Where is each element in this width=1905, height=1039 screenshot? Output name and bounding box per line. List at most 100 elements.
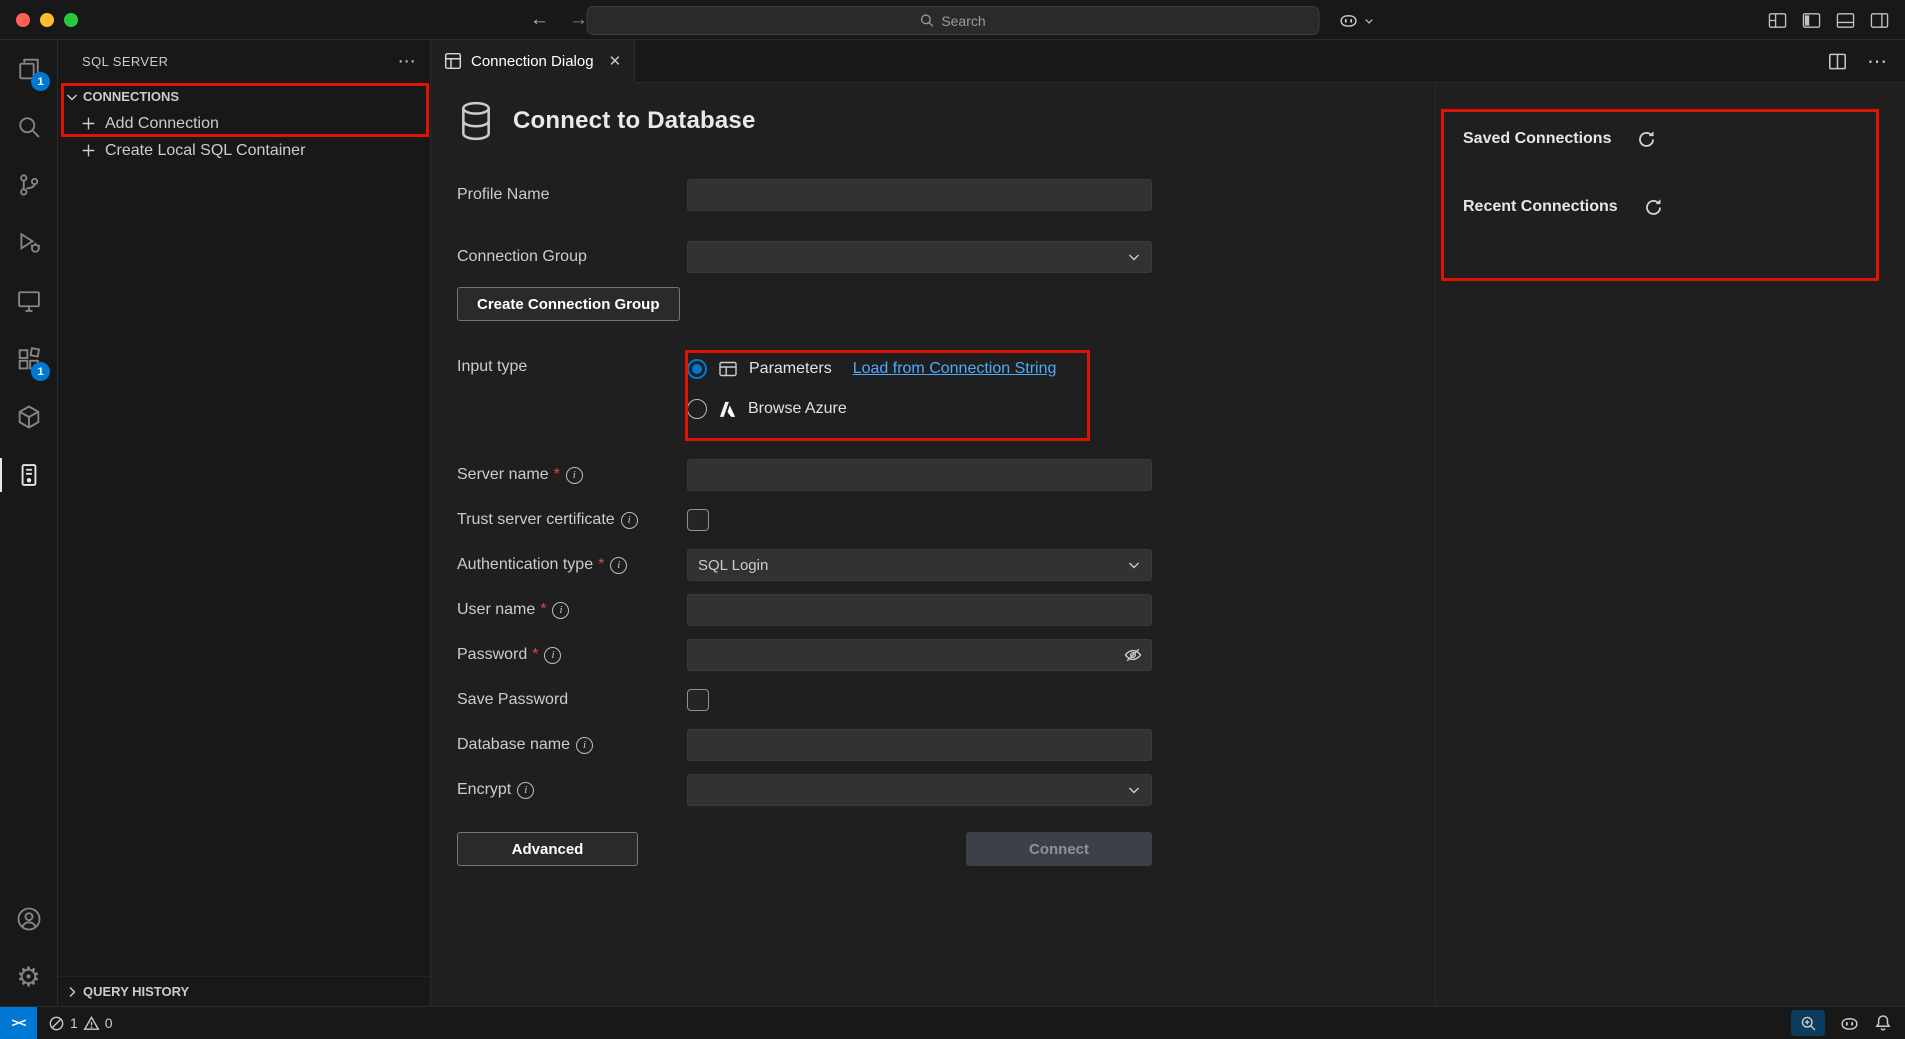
connection-dialog-webview: Connect to Database Profile Name Connect… bbox=[431, 83, 1905, 1006]
tab-connection-dialog[interactable]: Connection Dialog ✕ bbox=[431, 40, 635, 83]
activity-extensions[interactable]: 1 bbox=[0, 330, 57, 388]
azure-icon bbox=[718, 400, 737, 419]
toggle-secondary-sidebar-icon[interactable] bbox=[1870, 11, 1889, 30]
info-icon[interactable]: i bbox=[621, 512, 638, 529]
remote-icon: >< bbox=[12, 1016, 26, 1031]
tree-item-add-connection[interactable]: Add Connection bbox=[58, 110, 430, 137]
form-row: Password * i bbox=[457, 639, 1152, 671]
advanced-button[interactable]: Advanced bbox=[457, 832, 638, 866]
sidebar: SQL SERVER ⋯ CONNECTIONS Add Connection … bbox=[58, 40, 431, 1006]
section-query-history-label: QUERY HISTORY bbox=[83, 984, 189, 999]
form-row: Trust server certificate i bbox=[457, 504, 1152, 536]
remote-indicator[interactable]: >< bbox=[0, 1007, 37, 1039]
info-icon[interactable]: i bbox=[517, 782, 534, 799]
encrypt-select[interactable] bbox=[687, 774, 1152, 806]
save-password-label: Save Password bbox=[457, 691, 568, 709]
saved-connections-section: Saved Connections bbox=[1463, 125, 1905, 153]
chevron-down-icon bbox=[64, 89, 80, 105]
save-password-checkbox[interactable] bbox=[687, 689, 709, 711]
info-icon[interactable]: i bbox=[566, 467, 583, 484]
close-icon[interactable]: ✕ bbox=[609, 52, 622, 70]
connections-panel: Saved Connections Recent Connections bbox=[1436, 83, 1905, 1006]
activity-accounts[interactable] bbox=[0, 890, 57, 948]
connection-group-select[interactable] bbox=[687, 241, 1152, 273]
traffic-zoom-button[interactable] bbox=[64, 13, 78, 27]
problems-status[interactable]: 1 0 bbox=[48, 1015, 113, 1032]
chevron-down-icon bbox=[1363, 15, 1375, 27]
connect-button[interactable]: Connect bbox=[966, 832, 1152, 866]
error-count: 1 bbox=[70, 1015, 78, 1031]
chevron-right-icon bbox=[64, 984, 80, 1000]
required-asterisk: * bbox=[532, 646, 538, 664]
run-debug-icon bbox=[15, 229, 43, 257]
form-row: Connection Group bbox=[457, 241, 1152, 273]
refresh-icon[interactable] bbox=[1644, 198, 1663, 217]
more-actions-icon[interactable]: ⋯ bbox=[1867, 49, 1887, 74]
command-center-search[interactable]: Search bbox=[586, 6, 1319, 35]
activity-bar: 1 1 bbox=[0, 40, 58, 1006]
user-name-input[interactable] bbox=[687, 594, 1152, 626]
create-connection-group-button[interactable]: Create Connection Group bbox=[457, 287, 680, 321]
server-name-input[interactable] bbox=[687, 459, 1152, 491]
tree-item-create-local-sql-container[interactable]: Create Local SQL Container bbox=[58, 137, 430, 164]
traffic-close-button[interactable] bbox=[16, 13, 30, 27]
section-query-history[interactable]: QUERY HISTORY bbox=[58, 976, 430, 1006]
activity-source-control[interactable] bbox=[0, 156, 57, 214]
customize-layout-icon[interactable] bbox=[1768, 11, 1787, 30]
info-icon[interactable]: i bbox=[552, 602, 569, 619]
zoom-in-icon bbox=[1800, 1015, 1817, 1032]
titlebar: ← → Search bbox=[0, 0, 1905, 40]
refresh-icon[interactable] bbox=[1637, 130, 1656, 149]
more-actions-icon[interactable]: ⋯ bbox=[398, 51, 416, 72]
profile-name-input[interactable] bbox=[687, 179, 1152, 211]
remote-explorer-icon bbox=[15, 287, 43, 315]
activity-sql-server[interactable] bbox=[0, 446, 57, 504]
section-connections[interactable]: CONNECTIONS bbox=[58, 83, 430, 110]
browse-azure-radio-label: Browse Azure bbox=[748, 400, 847, 418]
profile-name-label: Profile Name bbox=[457, 186, 549, 204]
activity-run-debug[interactable] bbox=[0, 214, 57, 272]
connection-dialog-icon bbox=[444, 52, 462, 70]
sql-server-icon bbox=[15, 461, 43, 489]
window-controls bbox=[16, 13, 78, 27]
info-icon[interactable]: i bbox=[610, 557, 627, 574]
activity-containers[interactable] bbox=[0, 388, 57, 446]
trust-server-certificate-checkbox[interactable] bbox=[687, 509, 709, 531]
copilot-status-icon[interactable] bbox=[1839, 1013, 1860, 1034]
split-editor-icon[interactable] bbox=[1828, 52, 1847, 71]
password-input[interactable] bbox=[687, 639, 1152, 671]
activity-search[interactable] bbox=[0, 98, 57, 156]
form-row: Input type Parameters Load from Connecti… bbox=[457, 349, 1152, 429]
authentication-type-select[interactable]: SQL Login bbox=[687, 549, 1152, 581]
activity-settings[interactable]: ⚙ bbox=[0, 948, 57, 1006]
bell-icon[interactable] bbox=[1874, 1014, 1892, 1032]
browse-azure-radio[interactable] bbox=[687, 399, 707, 419]
warning-count: 0 bbox=[105, 1015, 113, 1031]
info-icon[interactable]: i bbox=[544, 647, 561, 664]
activity-remote-explorer[interactable] bbox=[0, 272, 57, 330]
status-bar: >< 1 0 bbox=[0, 1006, 1905, 1039]
zoom-status-button[interactable] bbox=[1791, 1010, 1825, 1036]
back-arrow-icon[interactable]: ← bbox=[530, 9, 549, 31]
editor-group: Connection Dialog ✕ ⋯ bbox=[431, 40, 1905, 1006]
form-row: User name * i bbox=[457, 594, 1152, 626]
database-name-input[interactable] bbox=[687, 729, 1152, 761]
load-from-connection-string-link[interactable]: Load from Connection String bbox=[853, 360, 1057, 378]
extensions-badge: 1 bbox=[31, 362, 50, 381]
parameters-radio[interactable] bbox=[687, 359, 707, 379]
form-row: Save Password bbox=[457, 684, 1152, 716]
toggle-panel-icon[interactable] bbox=[1836, 11, 1855, 30]
layout-controls bbox=[1768, 0, 1889, 40]
form-row: Profile Name bbox=[457, 179, 1152, 211]
toggle-primary-sidebar-icon[interactable] bbox=[1802, 11, 1821, 30]
copilot-icon bbox=[1338, 10, 1359, 31]
copilot-menu-button[interactable] bbox=[1331, 7, 1382, 34]
tab-title: Connection Dialog bbox=[471, 53, 594, 70]
page-title: Connect to Database bbox=[513, 107, 756, 135]
traffic-minimize-button[interactable] bbox=[40, 13, 54, 27]
info-icon[interactable]: i bbox=[576, 737, 593, 754]
eye-off-icon[interactable] bbox=[1123, 645, 1143, 665]
command-center-label: Search bbox=[941, 13, 985, 29]
authentication-type-label: Authentication type bbox=[457, 556, 593, 574]
activity-explorer[interactable]: 1 bbox=[0, 40, 57, 98]
